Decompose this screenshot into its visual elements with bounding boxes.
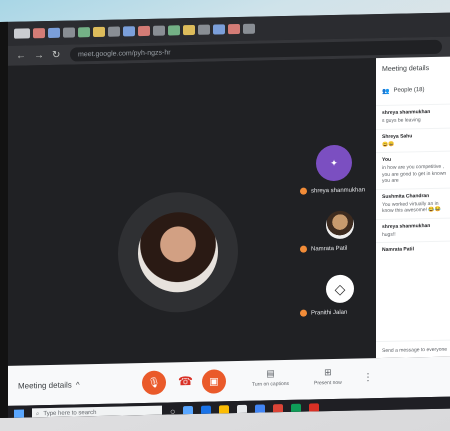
chat-text: hugs!! bbox=[382, 231, 396, 238]
captions-label: Turn on captions bbox=[252, 380, 290, 388]
details-title: Meeting details bbox=[382, 65, 430, 73]
self-avatar[interactable]: ✦ bbox=[316, 144, 352, 182]
main-participant-avatar bbox=[138, 211, 218, 294]
chat-author: You bbox=[382, 156, 392, 163]
captions-button[interactable]: ▤ Turn on captions bbox=[252, 368, 290, 388]
leave-call-button[interactable]: ☎ bbox=[178, 374, 193, 388]
mic-toggle-button[interactable]: 🎙 bbox=[142, 370, 166, 396]
chevron-up-icon: ^ bbox=[75, 379, 80, 389]
browser-tab[interactable] bbox=[108, 26, 120, 37]
participant-name-3: Pranithi Jalan bbox=[300, 309, 347, 317]
browser-tab[interactable] bbox=[183, 24, 195, 36]
meeting-details-panel: Meeting details 👥 People (18) shreya sha… bbox=[376, 56, 450, 359]
meeting-details-label: Meeting details bbox=[18, 379, 72, 391]
chat-text: 😀😀 bbox=[382, 141, 395, 148]
browser-tab[interactable] bbox=[228, 23, 240, 35]
chat-message: shreya shanmukhan s guys be leaving bbox=[376, 103, 450, 129]
browser-tab[interactable] bbox=[93, 26, 105, 38]
camera-toggle-button[interactable]: ▣ bbox=[202, 369, 226, 394]
participant-name-2: Namrata Patil bbox=[300, 245, 347, 253]
chat-message: Namrata Patil bbox=[376, 240, 450, 260]
more-options-icon[interactable]: ⋮ bbox=[363, 372, 373, 383]
chat-text: s guys be leaving bbox=[382, 117, 421, 124]
chat-author: Shreya Sahu bbox=[382, 132, 413, 140]
browser-tab[interactable] bbox=[123, 26, 135, 37]
chat-text: in how are you competitive , you are goo… bbox=[382, 163, 447, 184]
captions-icon: ▤ bbox=[266, 368, 275, 379]
chat-author: shreya shanmukhan bbox=[382, 222, 431, 230]
reload-icon[interactable]: ↻ bbox=[52, 49, 62, 60]
browser-tab[interactable] bbox=[138, 25, 150, 37]
browser-tab[interactable] bbox=[213, 24, 225, 35]
participant-avatar-3[interactable]: ◇ bbox=[326, 274, 354, 304]
browser-tab[interactable] bbox=[63, 27, 75, 38]
present-now-button[interactable]: ⊞ Present now bbox=[314, 367, 342, 387]
people-label: People (18) bbox=[393, 87, 425, 94]
windows-start-icon[interactable] bbox=[14, 409, 24, 418]
people-icon: 👥 bbox=[382, 88, 390, 95]
chat-message: shreya shanmukhan hugs!! bbox=[376, 216, 450, 243]
chat-message: Shreya Sahu 😀😀 bbox=[376, 126, 450, 153]
chat-input-placeholder: Send a message to everyone bbox=[382, 346, 448, 354]
mic-off-icon bbox=[300, 245, 307, 253]
participant-name-1: shreya shanmukhan bbox=[300, 186, 366, 195]
chat-message: Sushmita Chandran You worked virtually a… bbox=[376, 186, 450, 219]
chat-input[interactable]: Send a message to everyone bbox=[376, 338, 450, 359]
participant-avatar-2[interactable] bbox=[326, 210, 354, 240]
meeting-details-toggle[interactable]: Meeting details ^ bbox=[18, 380, 80, 390]
browser-tab[interactable] bbox=[243, 23, 255, 34]
search-icon: ⌕ bbox=[36, 410, 40, 417]
chat-author: Namrata Patil bbox=[382, 246, 414, 253]
browser-tab[interactable] bbox=[198, 24, 210, 35]
browser-tab[interactable] bbox=[33, 28, 45, 39]
mic-off-icon bbox=[300, 309, 307, 317]
participant-name-text: Pranithi Jalan bbox=[311, 309, 348, 316]
chat-text bbox=[382, 254, 450, 255]
forward-arrow-icon[interactable]: → bbox=[34, 50, 44, 61]
main-participant-tile bbox=[118, 191, 238, 314]
address-bar-text: meet.google.com/pyh-ngzs-hr bbox=[78, 48, 171, 58]
camera-off-icon: ▣ bbox=[209, 375, 219, 388]
present-label: Present now bbox=[314, 379, 342, 387]
chat-message: You in how are you competitive , you are… bbox=[376, 150, 450, 189]
chat-author: shreya shanmukhan bbox=[382, 108, 431, 116]
browser-tab[interactable] bbox=[78, 27, 90, 38]
meeting-stage: ✦ shreya shanmukhan Namrata Patil ◇ Pran… bbox=[8, 58, 376, 366]
back-arrow-icon[interactable]: ← bbox=[16, 50, 26, 61]
people-button[interactable]: 👥 People (18) bbox=[382, 84, 450, 97]
chat-text: You worked virtually an in know this awe… bbox=[382, 200, 441, 214]
chat-author: Sushmita Chandran bbox=[382, 192, 430, 200]
active-tab[interactable] bbox=[14, 28, 30, 39]
browser-tab[interactable] bbox=[168, 25, 180, 36]
mic-off-icon: 🎙 bbox=[147, 377, 161, 389]
browser-tab[interactable] bbox=[48, 27, 60, 38]
participant-name-text: Namrata Patil bbox=[311, 245, 348, 252]
participant-sidebar: ✦ shreya shanmukhan Namrata Patil ◇ Pran… bbox=[300, 130, 370, 393]
browser-tab[interactable] bbox=[153, 25, 165, 36]
participant-name-text: shreya shanmukhan bbox=[311, 186, 366, 194]
taskbar-search-placeholder: Type here to search bbox=[43, 409, 97, 418]
mic-off-icon bbox=[300, 187, 307, 195]
present-icon: ⊞ bbox=[324, 367, 332, 378]
monitor-screen: ← → ↻ meet.google.com/pyh-ngzs-hr ✦ shre… bbox=[0, 12, 450, 418]
